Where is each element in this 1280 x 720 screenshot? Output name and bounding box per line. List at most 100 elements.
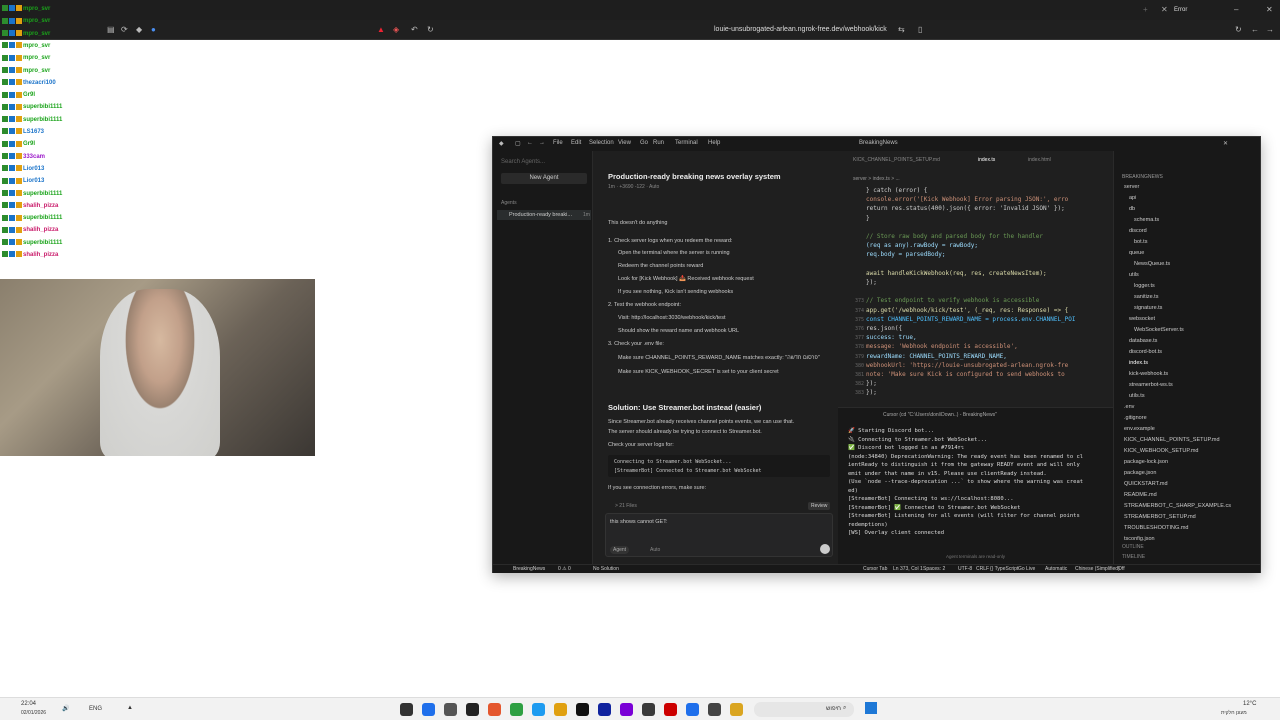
chat-username[interactable]: superbibi1111: [23, 191, 62, 197]
agent-search[interactable]: Search Agents...: [501, 159, 545, 165]
code-line[interactable]: 379 rewardName: CHANNEL_POINTS_REWARD_NA…: [848, 353, 1007, 362]
agent-item[interactable]: Production-ready breaki... 1m: [497, 210, 591, 220]
status-solution[interactable]: No Solution: [593, 566, 619, 572]
forward-arrow-icon[interactable]: →: [539, 140, 545, 146]
code-line[interactable]: 374 app.get('/webhook/kick/test', (_req, …: [848, 307, 1068, 316]
back-arrow-icon[interactable]: ←: [527, 140, 533, 146]
code-line[interactable]: [848, 261, 866, 270]
tab-close-icon[interactable]: ✕: [1161, 5, 1168, 15]
taskbar-app-icon[interactable]: [554, 703, 567, 716]
chat-username[interactable]: 333cam: [23, 154, 45, 160]
refresh-icon[interactable]: ↻: [1235, 25, 1242, 35]
file-item[interactable]: NewsQueue.ts: [1134, 261, 1170, 267]
breadcrumb[interactable]: server > index.ts > ...: [853, 176, 900, 182]
code-line[interactable]: 383});: [848, 389, 877, 398]
chat-username[interactable]: mpro_svr: [23, 55, 50, 61]
editor-tab[interactable]: index.html: [1028, 157, 1051, 163]
code-line[interactable]: 376 res.json({: [848, 325, 902, 334]
file-item[interactable]: index.ts: [1129, 360, 1148, 366]
tab-title[interactable]: Error: [1174, 5, 1187, 15]
file-item[interactable]: KICK_CHANNEL_POINTS_SETUP.md: [1124, 437, 1220, 443]
menu-selection[interactable]: Selection: [589, 140, 614, 146]
code-line[interactable]: 378 message: 'Webhook endpoint is access…: [848, 343, 1018, 352]
taskbar-app-icon[interactable]: [730, 703, 743, 716]
clock-date[interactable]: 02/01/2026: [21, 710, 46, 716]
outline-section[interactable]: OUTLINE: [1122, 544, 1144, 550]
taskbar-app-icon[interactable]: [488, 703, 501, 716]
window-close-icon[interactable]: ✕: [1223, 140, 1228, 147]
code-line[interactable]: req.body = parsedBody;: [848, 251, 945, 260]
taskbar-app-icon[interactable]: [532, 703, 545, 716]
chat-username[interactable]: Lior013: [23, 166, 44, 172]
mode-selector[interactable]: Agent: [610, 546, 630, 554]
file-item[interactable]: tsconfig.json: [1124, 536, 1155, 542]
status-item[interactable]: Spaces: 2: [923, 566, 945, 572]
code-line[interactable]: // Store raw body and parsed body for th…: [848, 233, 1043, 242]
file-item[interactable]: README.md: [1124, 492, 1157, 498]
chat-username[interactable]: mpro_svr: [23, 31, 50, 37]
tray-arrow-icon[interactable]: ▲: [127, 705, 133, 711]
taskbar-app-icon[interactable]: [466, 703, 479, 716]
code-line[interactable]: 377 success: true,: [848, 334, 917, 343]
taskbar-app-icon[interactable]: [576, 703, 589, 716]
file-item[interactable]: bot.ts: [1134, 239, 1147, 245]
status-problems[interactable]: 0 ⚠ 0: [558, 566, 571, 572]
chat-username[interactable]: superbibi1111: [23, 117, 62, 123]
file-item[interactable]: discord-bot.ts: [1129, 349, 1162, 355]
file-item[interactable]: package-lock.json: [1124, 459, 1168, 465]
status-item[interactable]: Cursor Tab: [863, 566, 887, 572]
reload-icon[interactable]: ↻: [427, 25, 434, 35]
code-line[interactable]: (req as any).rawBody = rawBody;: [848, 242, 978, 251]
speaker-icon[interactable]: 🔊: [62, 705, 69, 712]
files-toggle[interactable]: > 21 Files: [615, 503, 637, 509]
taskbar-app-icon[interactable]: [664, 703, 677, 716]
menu-view[interactable]: View: [618, 140, 631, 146]
clock-time[interactable]: 22:04: [21, 701, 36, 707]
status-project[interactable]: BreakingNews: [513, 566, 545, 572]
code-line[interactable]: });: [848, 279, 877, 288]
chat-username[interactable]: shalih_pizza: [23, 203, 58, 209]
status-item[interactable]: CRLF: [976, 566, 989, 572]
file-item[interactable]: QUICKSTART.md: [1124, 481, 1168, 487]
code-line[interactable]: 381 note: 'Make sure Kick is configured …: [848, 371, 1065, 380]
send-icon[interactable]: [820, 544, 830, 554]
model-selector[interactable]: Auto: [650, 547, 660, 553]
search-icon[interactable]: ⌕: [843, 705, 846, 712]
terminal-title[interactable]: Cursor (cd "C:\Users\doni\Down..) - Brea…: [883, 412, 997, 418]
back-icon[interactable]: ↶: [411, 25, 418, 35]
status-item[interactable]: UTF-8: [958, 566, 972, 572]
code-line[interactable]: 373// Test endpoint to verify webhook is…: [848, 297, 1039, 306]
taskbar-app-icon[interactable]: [422, 703, 435, 716]
chat-username[interactable]: mpro_svr: [23, 43, 50, 49]
menu-terminal[interactable]: Terminal: [675, 140, 698, 146]
code-line[interactable]: }: [848, 215, 870, 224]
chat-username[interactable]: shalih_pizza: [23, 227, 58, 233]
file-item[interactable]: STREAMERBOT_C_SHARP_EXAMPLE.cs: [1124, 503, 1231, 509]
chat-username[interactable]: LS1673: [23, 129, 44, 135]
file-item[interactable]: utils.ts: [1129, 393, 1145, 399]
code-line[interactable]: [848, 224, 866, 233]
windows-start-icon[interactable]: [865, 702, 877, 714]
file-item[interactable]: kick-webhook.ts: [1129, 371, 1168, 377]
code-line[interactable]: [848, 288, 866, 297]
status-item[interactable]: Off: [1118, 566, 1125, 572]
file-item[interactable]: database.ts: [1129, 338, 1157, 344]
file-item[interactable]: sanitize.ts: [1134, 294, 1158, 300]
file-item[interactable]: .gitignore: [1124, 415, 1147, 421]
code-line[interactable]: console.error('[Kick Webhook] Error pars…: [848, 196, 1068, 205]
weather-temp[interactable]: 12°C: [1243, 701, 1256, 707]
taskbar-app-icon[interactable]: [642, 703, 655, 716]
file-item[interactable]: WebSocketServer.ts: [1134, 327, 1184, 333]
translate-icon[interactable]: ⇆: [898, 25, 905, 35]
nav-back-icon[interactable]: ←: [1251, 25, 1259, 35]
file-item[interactable]: schema.ts: [1134, 217, 1159, 223]
menu-help[interactable]: Help: [708, 140, 720, 146]
file-item[interactable]: utils: [1129, 272, 1139, 278]
file-item[interactable]: queue: [1129, 250, 1144, 256]
chat-username[interactable]: mpro_svr: [23, 18, 50, 24]
close-window-icon[interactable]: ✕: [1266, 5, 1273, 15]
menu-go[interactable]: Go: [640, 140, 648, 146]
status-item[interactable]: Ln 373, Col 1: [893, 566, 923, 572]
chat-username[interactable]: superbibi1111: [23, 215, 62, 221]
file-item[interactable]: api: [1129, 195, 1136, 201]
